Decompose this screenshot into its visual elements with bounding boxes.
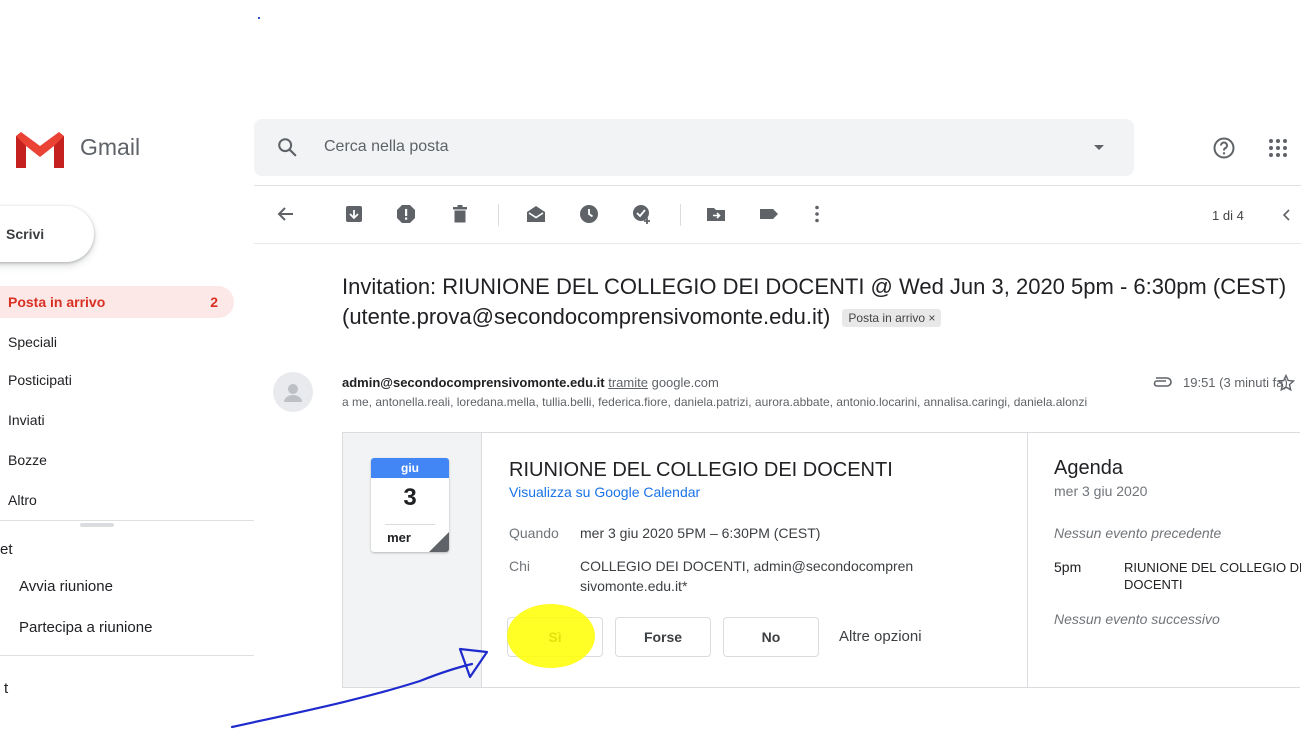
search-icon[interactable] [276, 136, 298, 158]
sender-line: admin@secondocomprensivomonte.edu.it tra… [342, 375, 719, 390]
more-options-button[interactable]: Altre opzioni [839, 628, 922, 645]
agenda-event-time: 5pm [1054, 559, 1082, 575]
toolbar-divider [254, 243, 1301, 244]
mark-unread-icon[interactable] [525, 203, 547, 225]
person-icon [284, 384, 302, 402]
card-calendar-panel: giu 3 mer [343, 433, 482, 687]
rsvp-maybe-button[interactable]: Forse [615, 617, 711, 657]
when-value: mer 3 giu 2020 5PM – 6:30PM (CEST) [580, 525, 821, 541]
snooze-icon[interactable] [578, 203, 600, 225]
calendar-invite-card: giu 3 mer RIUNIONE DEL COLLEGIO DEI DOCE… [342, 432, 1301, 688]
recipients-line[interactable]: a me, antonella.reali, loredana.mella, t… [342, 395, 1300, 409]
sidebar-item-starred[interactable]: Speciali [0, 326, 234, 358]
start-meeting-link[interactable]: Avvia riunione [19, 578, 113, 595]
sidebar-item-label: Inviati [8, 412, 45, 428]
help-icon[interactable] [1212, 136, 1236, 160]
add-to-tasks-icon[interactable] [631, 203, 653, 225]
agenda-event-name-line2: DOCENTI [1124, 577, 1183, 592]
toolbar-separator [680, 204, 681, 226]
agenda-event-name-line1: RIUNIONE DEL COLLEGIO DEI [1124, 560, 1301, 575]
calendar-date-icon: giu 3 mer [371, 458, 449, 552]
sidebar-item-label: Altro [8, 492, 37, 508]
subject-text: Invitation: RIUNIONE DEL COLLEGIO DEI DO… [342, 274, 1287, 329]
cal-day: 3 [403, 484, 417, 511]
hangouts-section-title: t [4, 680, 9, 697]
when-label: Quando [509, 525, 559, 541]
inbox-label-chip[interactable]: Posta in arrivo × [842, 309, 942, 327]
delete-icon[interactable] [449, 203, 471, 225]
agenda-panel: Agenda mer 3 giu 2020 Nessun evento prec… [1027, 433, 1301, 687]
cal-weekday: mer [387, 530, 411, 545]
sidebar-divider [0, 655, 254, 656]
no-next-event: Nessun evento successivo [1054, 611, 1220, 627]
header-divider [254, 185, 1301, 186]
more-vert-icon[interactable] [806, 203, 828, 225]
join-meeting-link[interactable]: Partecipa a riunione [19, 619, 152, 636]
avatar[interactable] [273, 372, 313, 412]
compose-label: Scrivi [6, 226, 45, 242]
sidebar-divider [0, 520, 254, 521]
cal-divider [385, 524, 435, 525]
search-bar[interactable]: Cerca nella posta [254, 119, 1134, 176]
email-time: 19:51 (3 minuti fa) [1183, 375, 1288, 390]
agenda-event-name[interactable]: RIUNIONE DEL COLLEGIO DEI DOCENTI [1124, 559, 1301, 593]
sidebar-item-snoozed[interactable]: Posticipati [0, 364, 234, 396]
labels-icon[interactable] [758, 203, 780, 225]
email-subject: Invitation: RIUNIONE DEL COLLEGIO DEI DO… [342, 272, 1300, 332]
who-value-line1: COLLEGIO DEI DOCENTI, admin@secondocompr… [580, 558, 914, 574]
agenda-date: mer 3 giu 2020 [1054, 483, 1148, 499]
sidebar-item-inbox[interactable]: Posta in arrivo 2 [0, 286, 234, 318]
move-to-icon[interactable] [705, 203, 727, 225]
apps-grid-icon[interactable] [1268, 138, 1288, 158]
sidebar-item-drafts[interactable]: Bozze [0, 444, 234, 476]
cal-month: giu [371, 458, 449, 478]
via-link[interactable]: tramite [608, 375, 648, 390]
view-in-calendar-link[interactable]: Visualizza su Google Calendar [509, 484, 700, 500]
report-spam-icon[interactable] [395, 203, 417, 225]
sidebar-item-sent[interactable]: Inviati [0, 404, 234, 436]
chevron-left-icon[interactable] [1280, 207, 1292, 223]
sidebar-item-label: Bozze [8, 452, 47, 468]
resize-handle[interactable] [80, 523, 114, 527]
app-name: Gmail [80, 134, 141, 160]
cal-page-fold [429, 532, 449, 552]
sidebar-item-label: Speciali [8, 334, 58, 350]
sidebar-item-label: Posticipati [8, 372, 72, 388]
event-title: RIUNIONE DEL COLLEGIO DEI DOCENTI [509, 459, 893, 481]
via-domain: google.com [651, 375, 719, 390]
stray-dot [258, 17, 260, 19]
rsvp-yes-button[interactable]: Sì [507, 617, 603, 657]
who-value-line2: sivomonte.edu.it* [580, 578, 688, 594]
search-input[interactable]: Cerca nella posta [324, 138, 449, 156]
dropdown-caret-icon[interactable] [1094, 145, 1104, 150]
sidebar-item-more[interactable]: Altro [0, 484, 234, 516]
rsvp-no-button[interactable]: No [723, 617, 819, 657]
gmail-logo[interactable] [12, 130, 68, 170]
who-label: Chi [509, 558, 531, 574]
back-arrow-icon[interactable] [275, 203, 297, 225]
toolbar-separator [498, 204, 499, 226]
pagination-info: 1 di 4 [1212, 208, 1244, 223]
attachment-icon [1153, 377, 1172, 387]
agenda-title: Agenda [1054, 457, 1123, 479]
archive-icon[interactable] [343, 203, 365, 225]
compose-button[interactable]: Scrivi [0, 206, 94, 262]
unread-count: 2 [210, 294, 218, 310]
sidebar-item-label: Posta in arrivo [8, 294, 106, 310]
meet-section-title: et [0, 541, 13, 558]
no-previous-event: Nessun evento precedente [1054, 525, 1222, 541]
sender-email[interactable]: admin@secondocomprensivomonte.edu.it [342, 375, 605, 390]
star-icon[interactable] [1277, 374, 1295, 392]
